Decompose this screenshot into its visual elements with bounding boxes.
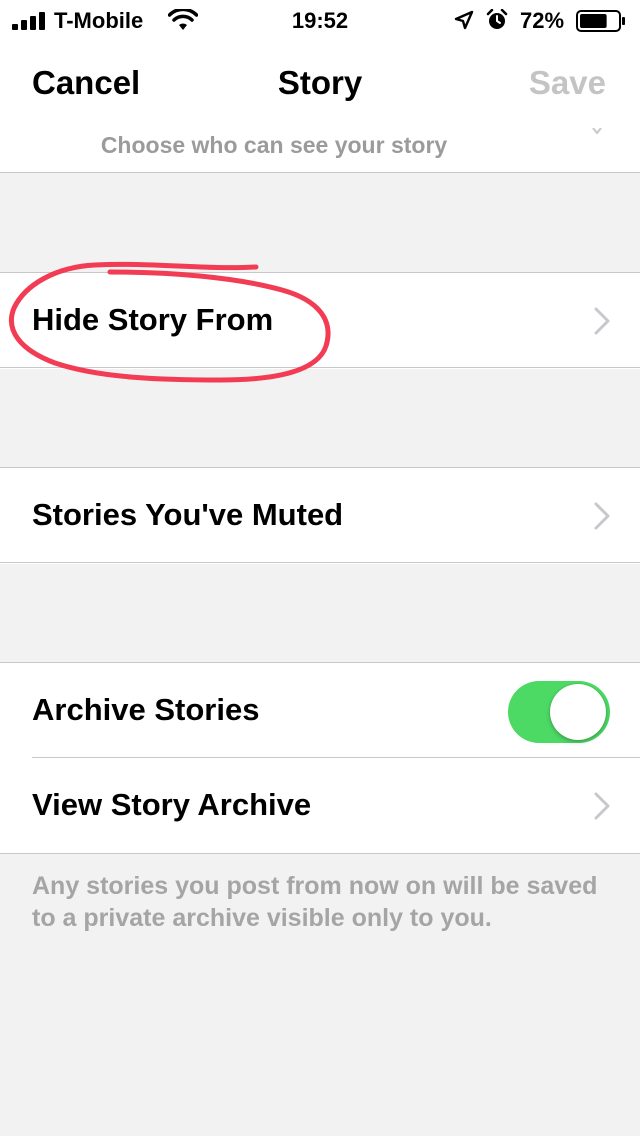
- chevron-right-icon: [594, 792, 610, 820]
- hide-story-from-row[interactable]: Hide Story From: [0, 273, 640, 369]
- location-icon: [454, 10, 474, 30]
- hide-story-from-label: Hide Story From: [32, 302, 274, 337]
- audience-hint: Choose who can see your story: [100, 132, 448, 158]
- archive-stories-row: Archive Stories: [0, 663, 640, 759]
- view-story-archive-label: View Story Archive: [32, 787, 312, 822]
- archive-footer-note: Any stories you post from now on will be…: [32, 872, 598, 932]
- nav-bar: Cancel Story Save: [0, 40, 640, 128]
- view-story-archive-row[interactable]: View Story Archive: [0, 758, 640, 854]
- story-audience-section: Choose who can see your story: [0, 128, 640, 173]
- battery-icon: [576, 10, 625, 32]
- alarm-icon: [486, 9, 508, 29]
- chevron-right-icon: [594, 307, 610, 335]
- save-button[interactable]: Save: [529, 64, 606, 102]
- toggle-knob: [550, 684, 606, 740]
- archive-stories-toggle[interactable]: [508, 681, 610, 743]
- stories-muted-row[interactable]: Stories You've Muted: [0, 468, 640, 564]
- divider: [0, 853, 640, 854]
- divider: [0, 562, 640, 563]
- chevron-right-icon: [594, 502, 610, 530]
- stories-muted-label: Stories You've Muted: [32, 497, 344, 532]
- divider: [0, 367, 640, 368]
- chevron-down-icon: [592, 128, 602, 134]
- battery-percent: 72%: [520, 8, 565, 33]
- archive-stories-label: Archive Stories: [32, 692, 260, 727]
- status-bar: T-Mobile 19:52 72%: [0, 0, 640, 40]
